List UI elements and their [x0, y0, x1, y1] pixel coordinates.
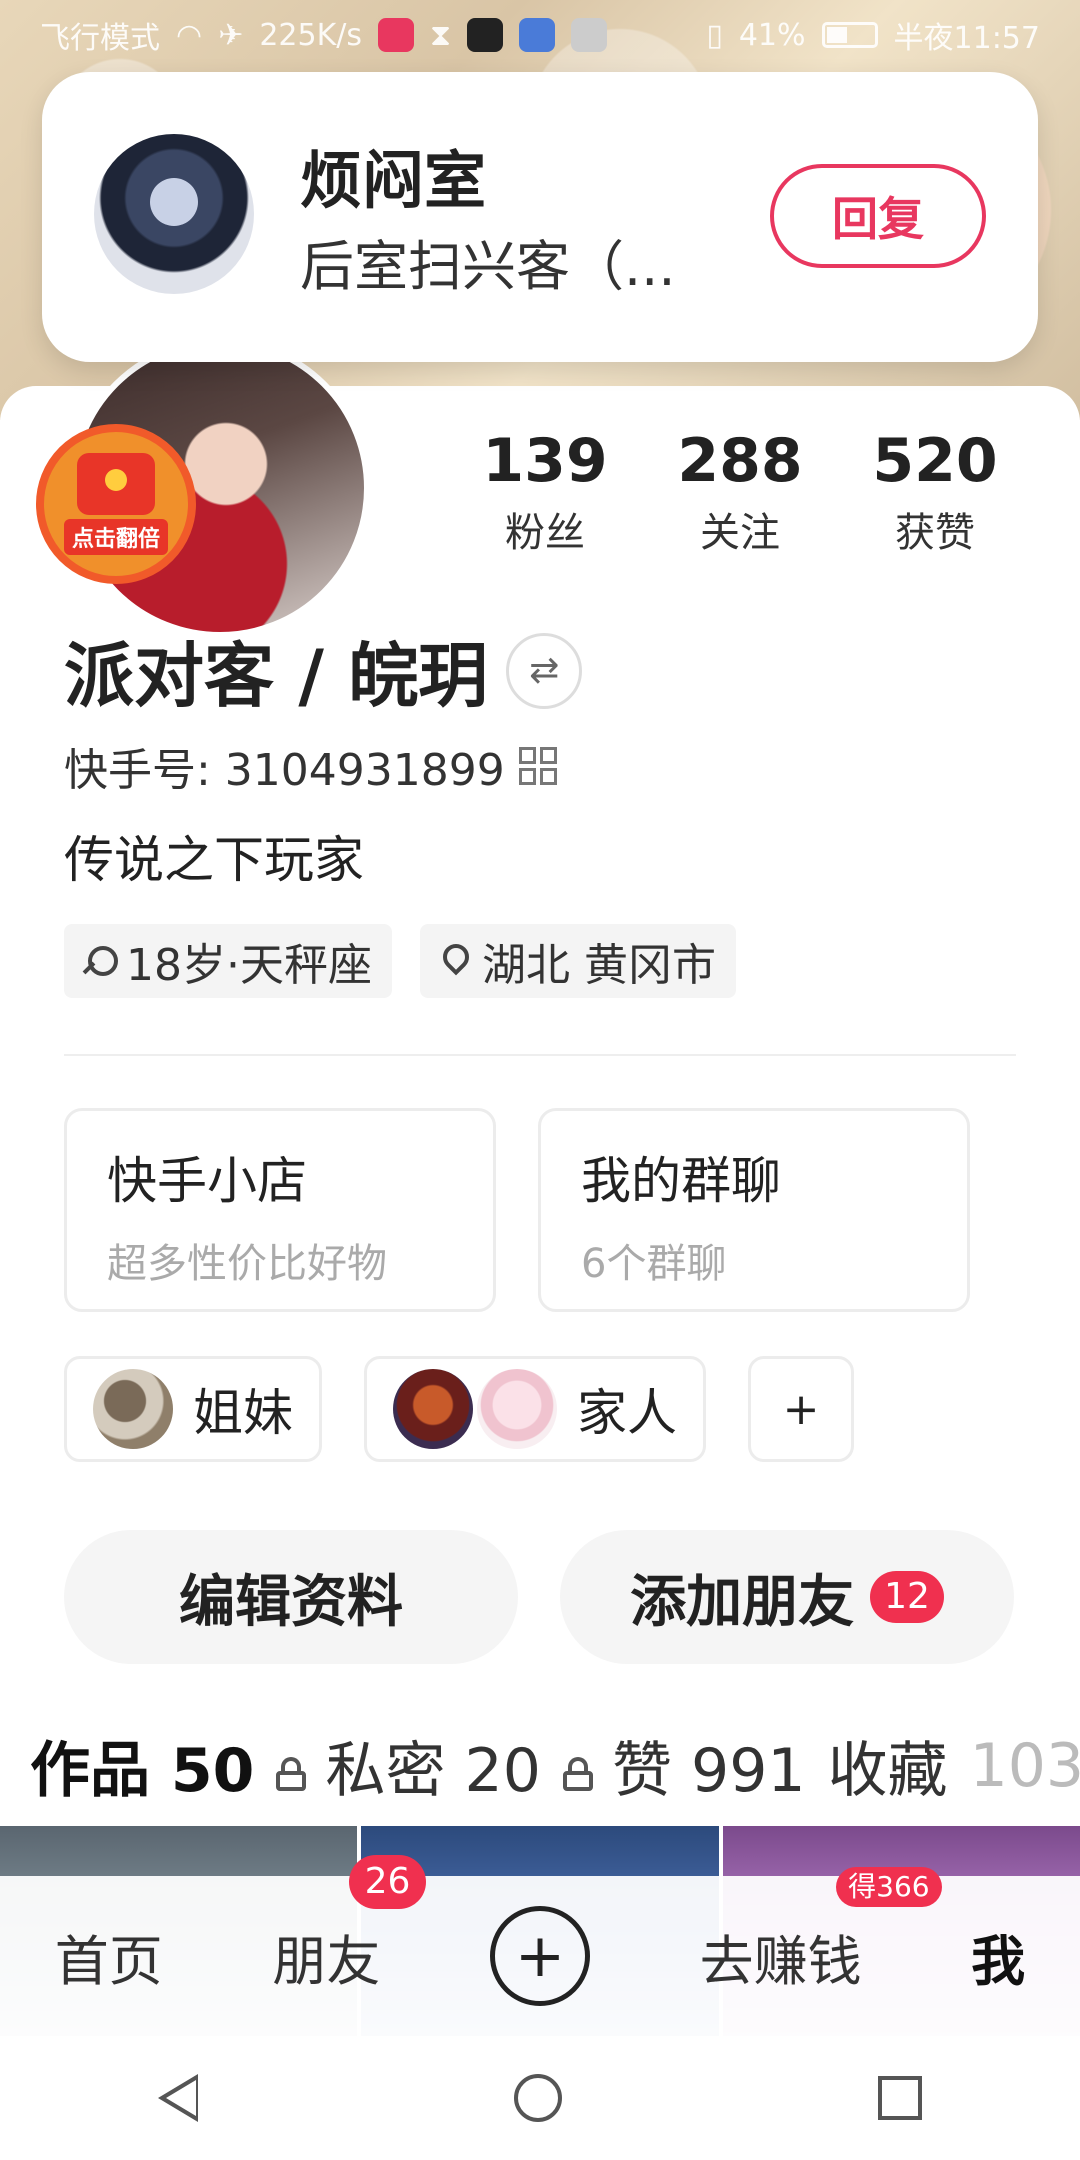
network-speed: 225K/s — [259, 17, 362, 53]
create-plus-button[interactable]: + — [489, 1906, 590, 2006]
stat-value: 139 — [482, 426, 608, 496]
gender-icon — [84, 944, 118, 978]
battery-percent: 41% — [738, 17, 806, 53]
lock-icon — [276, 1757, 307, 1792]
tab-label: 私密 20 — [325, 1736, 541, 1806]
tag-location: 湖北 黄冈市 — [419, 924, 736, 998]
stat-following[interactable]: 288 关注 — [655, 426, 825, 558]
add-group-button[interactable]: + — [748, 1356, 854, 1462]
profile-stats: 139 粉丝 288 关注 520 获赞 — [460, 426, 1020, 558]
card-subtitle: 6个群聊 — [581, 1241, 727, 1287]
system-nav-bar — [0, 2036, 1080, 2160]
red-packet-button[interactable]: 点击翻倍 — [36, 424, 196, 584]
add-friend-button[interactable]: 添加朋友 12 — [560, 1530, 1014, 1664]
stat-likes[interactable]: 520 获赞 — [850, 426, 1020, 558]
profile-actions: 编辑资料 添加朋友 12 — [64, 1530, 1014, 1664]
mail-app-icon — [571, 18, 608, 52]
stat-value: 288 — [677, 426, 803, 496]
tv-app-icon — [467, 18, 504, 52]
reply-button[interactable]: 回复 — [770, 164, 986, 268]
nav-earn[interactable]: 去赚钱 得366 — [699, 1866, 942, 1996]
group-label: 家人 — [577, 1384, 677, 1442]
friends-badge: 26 — [348, 1854, 427, 1909]
qr-code-icon[interactable] — [518, 747, 557, 785]
stat-label: 关注 — [700, 510, 780, 556]
airplane-mode-label: 飞行模式 — [40, 21, 160, 56]
tab-liked[interactable]: 赞 991 — [562, 1722, 806, 1809]
add-friend-badge: 12 — [870, 1571, 944, 1623]
app-notification-icon — [378, 18, 414, 52]
red-packet-icon — [77, 453, 155, 515]
button-label: 添加朋友 — [630, 1569, 855, 1635]
stat-label: 获赞 — [895, 510, 975, 556]
group-chip-sisters[interactable]: 姐妹 — [64, 1356, 322, 1462]
group-avatar — [393, 1369, 473, 1449]
stat-fans[interactable]: 139 粉丝 — [460, 426, 630, 558]
kuaishou-id: 快手号: 3104931899 — [64, 745, 505, 796]
profile-tags: 18岁·天秤座 湖北 黄冈市 — [64, 924, 736, 998]
nav-friends[interactable]: 朋友 26 — [272, 1854, 427, 1996]
message-notification[interactable]: 烦闷室 后室扫兴客（... 回复 — [42, 72, 1038, 362]
tag-age-zodiac: 18岁·天秤座 — [64, 924, 392, 998]
group-chip-family[interactable]: 家人 — [364, 1356, 706, 1462]
recent-apps-icon[interactable] — [878, 2076, 922, 2120]
clock: 半夜11:57 — [893, 21, 1040, 56]
feature-cards: 快手小店 超多性价比好物 我的群聊 6个群聊 — [64, 1108, 970, 1312]
notification-title: 烦闷室 — [300, 144, 487, 217]
card-subtitle: 超多性价比好物 — [107, 1241, 387, 1287]
location-pin-icon — [440, 944, 470, 978]
kuaishou-id-row[interactable]: 快手号: 3104931899 — [64, 734, 557, 798]
airplane-icon: ✈ — [218, 17, 244, 53]
tab-favorites[interactable]: 收藏 — [828, 1722, 948, 1809]
tab-private[interactable]: 私密 20 — [276, 1722, 541, 1809]
nav-label: 朋友 — [272, 1929, 381, 1993]
profile-name: 派对客 / 皖玥 — [64, 635, 489, 717]
switch-account-icon[interactable]: ⇄ — [506, 632, 583, 709]
group-avatar — [477, 1369, 557, 1449]
button-label: 编辑资料 — [179, 1569, 403, 1635]
group-avatar — [93, 1369, 173, 1449]
group-chat-card[interactable]: 我的群聊 6个群聊 — [538, 1108, 970, 1312]
profile-bio: 传说之下玩家 — [64, 831, 364, 889]
lock-icon — [562, 1757, 593, 1792]
nav-home[interactable]: 首页 — [55, 1917, 163, 1996]
shop-card[interactable]: 快手小店 超多性价比好物 — [64, 1108, 496, 1312]
stat-value: 520 — [872, 426, 998, 496]
notification-message: 后室扫兴客（... — [300, 235, 676, 298]
nav-label: 去赚钱 — [699, 1929, 862, 1993]
hourglass-icon: ⧗ — [430, 17, 452, 53]
red-packet-label: 点击翻倍 — [63, 519, 168, 555]
nav-me[interactable]: 我 — [971, 1917, 1025, 1996]
card-title: 快手小店 — [107, 1152, 307, 1210]
tab-works[interactable]: 作品 50 — [30, 1722, 254, 1847]
edit-profile-button[interactable]: 编辑资料 — [64, 1530, 518, 1664]
card-title: 我的群聊 — [581, 1152, 781, 1210]
group-label: 姐妹 — [193, 1384, 293, 1442]
tag-label: 18岁·天秤座 — [126, 940, 372, 991]
stat-label: 粉丝 — [505, 510, 585, 556]
earn-badge: 得366 — [836, 1866, 942, 1907]
profile-name-row: 派对客 / 皖玥 ⇄ — [64, 620, 583, 721]
home-icon[interactable] — [514, 2074, 562, 2122]
vibrate-icon: ▯ — [706, 17, 723, 53]
back-icon[interactable] — [158, 2074, 198, 2122]
friend-groups: 姐妹 家人 + — [64, 1356, 854, 1462]
divider — [64, 1054, 1016, 1056]
music-app-icon — [519, 18, 556, 52]
bottom-nav: 首页 朋友 26 + 去赚钱 得366 我 — [0, 1854, 1080, 2036]
tab-label: 赞 991 — [611, 1736, 806, 1806]
status-bar: 飞行模式 ◠ ✈ 225K/s ⧗ ▯ 41% 半夜11:57 — [0, 0, 1080, 70]
battery-icon — [821, 22, 878, 48]
wifi-icon: ◠ — [176, 17, 203, 53]
tab-favorites-count: 103 — [969, 1730, 1080, 1801]
tag-label: 湖北 黄冈市 — [481, 940, 716, 991]
notification-avatar — [94, 134, 254, 294]
content-tabs: 作品 50 私密 20 赞 991 收藏 103 — [30, 1722, 1080, 1847]
